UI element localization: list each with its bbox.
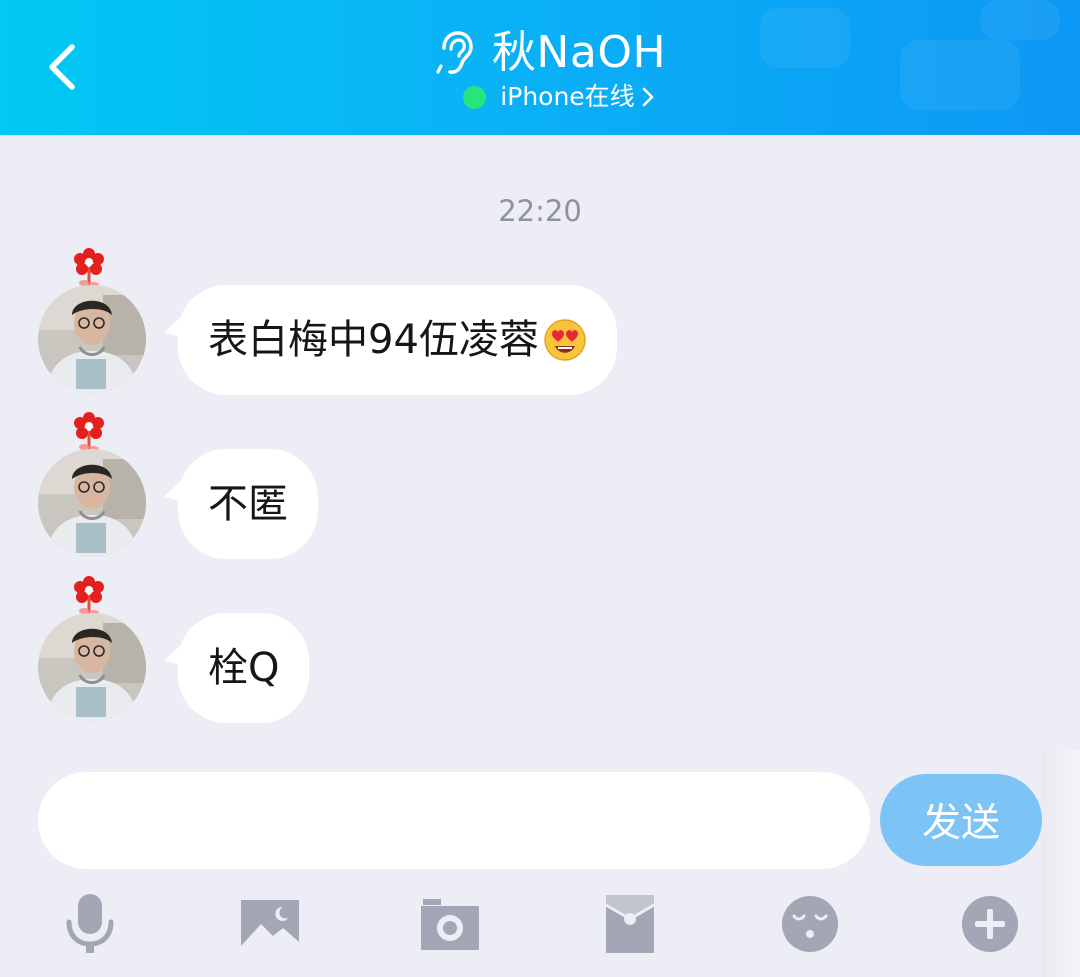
avatar[interactable] (38, 449, 146, 557)
message-row: 表白梅中94伍凌蓉 (0, 245, 1080, 395)
message-bubble[interactable]: 表白梅中94伍凌蓉 (178, 285, 617, 395)
chevron-right-icon (642, 87, 653, 107)
message-bubble[interactable]: 栓Q (178, 613, 310, 723)
avatar-photo (38, 285, 146, 393)
camera-button[interactable] (416, 892, 484, 956)
message-bubble[interactable]: 不匿 (178, 449, 318, 559)
image-button[interactable] (236, 892, 304, 956)
message-timestamp: 22:20 (498, 194, 582, 228)
online-status-dot (463, 85, 487, 109)
microphone-button[interactable] (56, 892, 124, 956)
message-text: 栓Q (208, 645, 280, 691)
message-text: 不匿 (208, 481, 288, 527)
red-packet-button[interactable] (596, 892, 664, 956)
heart-eyes-emoji-icon (544, 319, 586, 361)
avatar-photo (38, 449, 146, 557)
online-status[interactable]: iPhone在线 (0, 80, 1080, 114)
camera-icon (421, 899, 479, 950)
chat-header: 秋NaOH iPhone在线 (0, 0, 1080, 135)
emoticon-button[interactable] (776, 892, 844, 956)
image-icon (241, 900, 299, 948)
ear-icon[interactable] (434, 30, 474, 76)
message-row: 不匿 (0, 409, 1080, 559)
plus-button[interactable] (956, 892, 1024, 956)
send-button[interactable]: 发送 (880, 774, 1042, 866)
microphone-icon (66, 894, 114, 953)
emoticon-icon (782, 896, 838, 952)
red-packet-icon (605, 895, 655, 953)
contact-name: 秋NaOH (491, 27, 667, 78)
edge-shadow (1042, 750, 1080, 977)
plus-icon (962, 896, 1018, 952)
message-text: 表白梅中94伍凌蓉 (208, 317, 539, 363)
avatar[interactable] (38, 285, 146, 393)
online-status-text: iPhone在线 (500, 82, 635, 111)
message-row: 栓Q (0, 573, 1080, 723)
title-row: 秋NaOH (0, 24, 1080, 82)
message-input[interactable] (38, 772, 870, 869)
avatar-photo (38, 613, 146, 721)
avatar[interactable] (38, 613, 146, 721)
